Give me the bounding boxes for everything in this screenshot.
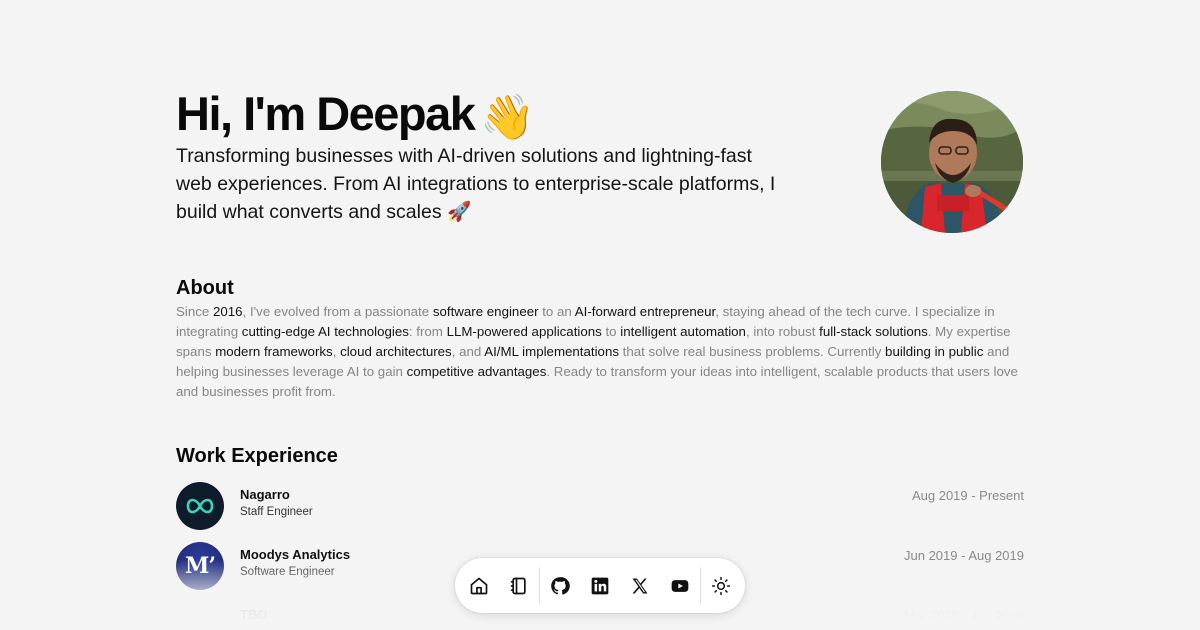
job-company: Nagarro: [240, 487, 290, 502]
linkedin-button[interactable]: [580, 566, 620, 606]
job-role: Staff Engineer: [240, 506, 313, 518]
about-highlight: modern frameworks: [215, 344, 333, 359]
theme-toggle-button[interactable]: [701, 566, 741, 606]
nagarro-logo-icon: [176, 482, 224, 530]
hero-title-text: Hi, I'm Deepak: [176, 87, 476, 140]
work-experience-heading: Work Experience: [176, 445, 338, 467]
tbo-logo-icon: [176, 602, 224, 630]
about-highlight: software engineer: [432, 304, 539, 319]
about-highlight: full-stack solutions: [819, 324, 928, 339]
bottom-dock: [455, 558, 745, 613]
hero-title: Hi, I'm Deepak 👋: [176, 86, 535, 146]
about-highlight: intelligent automation: [620, 324, 746, 339]
sun-icon: [711, 576, 731, 595]
about-text-segment: ,: [332, 344, 341, 359]
about-highlight: competitive advantages: [406, 364, 547, 379]
github-icon: [551, 576, 570, 595]
about-highlight: AI/ML implementations: [484, 344, 619, 359]
job-dates: Mar 2018 - Jun 2019: [904, 608, 1024, 623]
linkedin-icon: [591, 577, 609, 594]
job-company: TBO: [240, 607, 268, 622]
home-button[interactable]: [459, 566, 499, 606]
about-text-segment: : from: [408, 324, 447, 339]
about-text-segment: to an: [538, 304, 575, 319]
hero-section: Hi, I'm Deepak 👋 Transforming businesses …: [176, 86, 1024, 236]
job-role: Software Engineer: [240, 566, 335, 578]
about-highlight: building in public: [885, 344, 984, 359]
about-highlight: cutting-edge AI technologies: [241, 324, 409, 339]
portfolio-page: Hi, I'm Deepak 👋 Transforming businesses …: [176, 0, 1024, 630]
notebook-icon: [510, 577, 526, 594]
about-text-segment: , into robust: [745, 324, 820, 339]
about-highlight: LLM-powered applications: [446, 324, 602, 339]
profile-photo: [881, 91, 1023, 233]
about-text-segment: to: [601, 324, 621, 339]
about-text: Since 2016, I've evolved from a passiona…: [176, 302, 1024, 402]
about-text-segment: that solve real business problems. Curre…: [618, 344, 886, 359]
hero-subtitle: Transforming businesses with AI-driven s…: [176, 145, 776, 223]
moodys-logo-icon: M’: [176, 542, 224, 590]
job-dates: Aug 2019 - Present: [911, 488, 1024, 503]
youtube-icon: [671, 579, 689, 592]
about-highlight: AI-forward entrepreneur: [574, 304, 716, 319]
avatar: [881, 91, 1023, 233]
job-company: Moodys Analytics: [240, 547, 351, 562]
about-highlight: cloud architectures: [340, 344, 452, 359]
blog-button[interactable]: [499, 566, 539, 606]
home-icon: [470, 577, 488, 594]
work-item-nagarro[interactable]: Nagarro Staff Engineer Aug 2019 - Presen…: [176, 482, 1024, 530]
x-button[interactable]: [620, 566, 660, 606]
youtube-button[interactable]: [660, 566, 700, 606]
github-button[interactable]: [540, 566, 580, 606]
about-highlight: 2016: [212, 304, 243, 319]
waving-hand-icon: 👋: [480, 93, 535, 142]
about-text-segment: , I've evolved from a passionate: [242, 304, 433, 319]
x-icon: [632, 578, 648, 593]
moodys-logo-text: M’: [184, 553, 216, 579]
job-dates: Jun 2019 - Aug 2019: [904, 548, 1024, 563]
about-text-segment: , and: [451, 344, 485, 359]
about-heading: About: [176, 277, 234, 299]
about-text-segment: Since: [176, 304, 213, 319]
